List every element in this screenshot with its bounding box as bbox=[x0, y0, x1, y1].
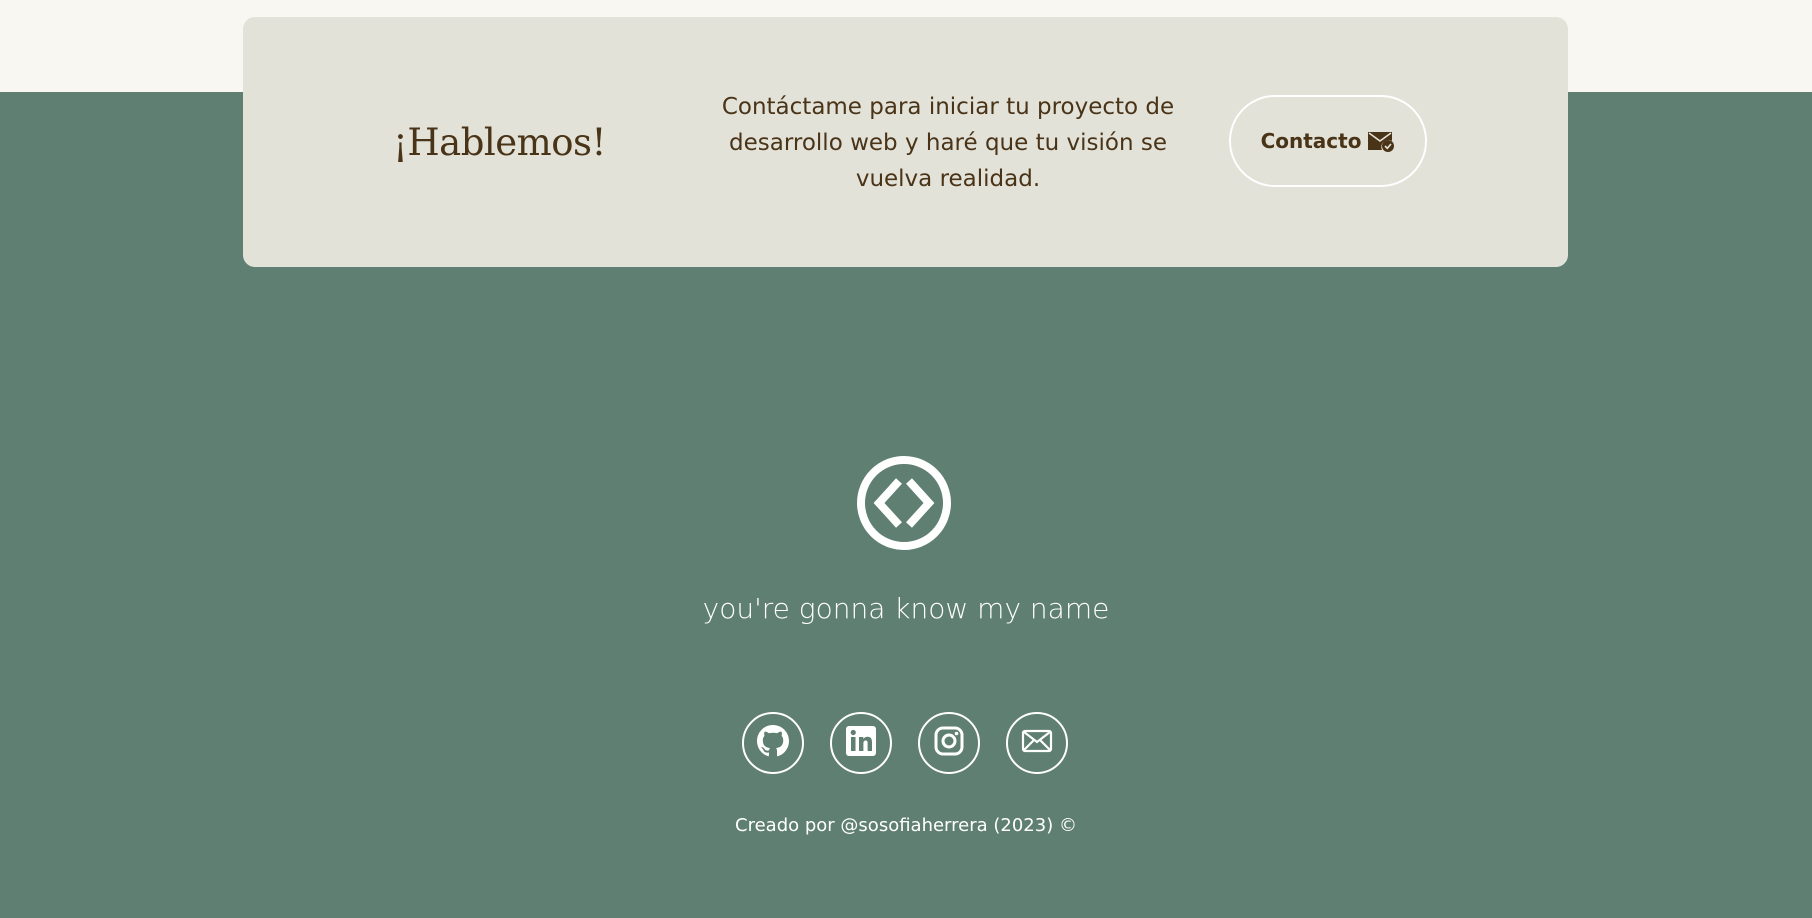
mail-check-icon bbox=[1367, 129, 1395, 153]
email-icon bbox=[1021, 728, 1053, 759]
cta-title: ¡Hablemos! bbox=[393, 120, 606, 164]
github-link[interactable] bbox=[742, 712, 804, 774]
instagram-link[interactable] bbox=[918, 712, 980, 774]
code-circle-icon bbox=[856, 455, 952, 551]
social-links bbox=[742, 712, 1072, 776]
contact-button[interactable]: Contacto bbox=[1229, 95, 1427, 187]
instagram-icon bbox=[933, 725, 965, 762]
contact-cta-card: ¡Hablemos! Contáctame para iniciar tu pr… bbox=[243, 17, 1568, 267]
linkedin-icon bbox=[845, 725, 877, 762]
contact-button-label: Contacto bbox=[1260, 129, 1362, 153]
linkedin-link[interactable] bbox=[830, 712, 892, 774]
footer-tagline: you're gonna know my name bbox=[702, 592, 1110, 625]
github-icon bbox=[757, 724, 789, 762]
footer-credit: Creado por @sosofiaherrera (2023) © bbox=[735, 815, 1077, 836]
cta-description: Contáctame para iniciar tu proyecto de d… bbox=[721, 94, 1175, 192]
email-link[interactable] bbox=[1006, 712, 1068, 774]
